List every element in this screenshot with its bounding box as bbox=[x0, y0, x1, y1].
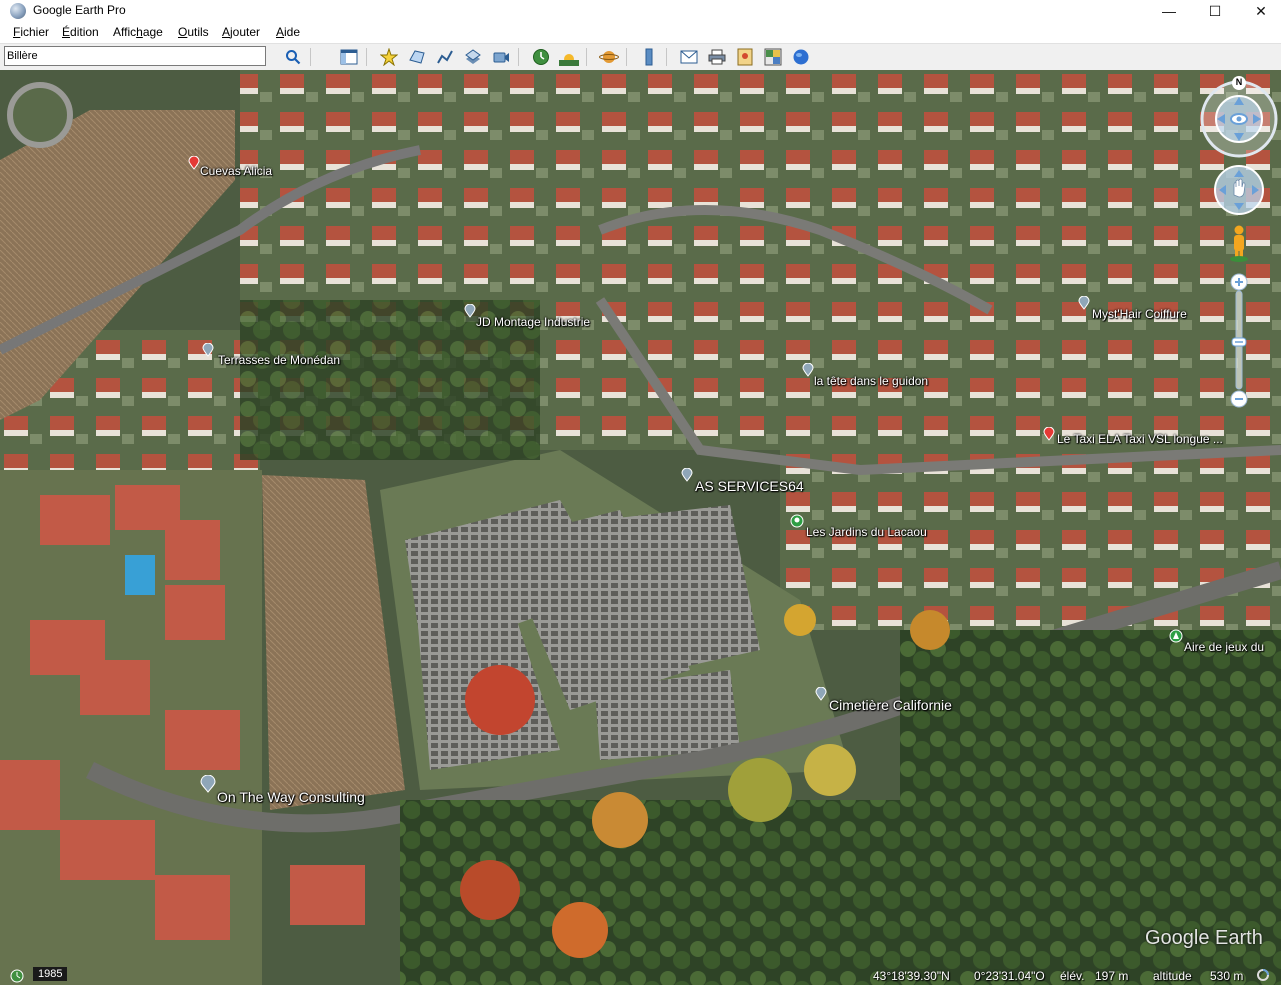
overlay-icon[interactable] bbox=[462, 46, 484, 67]
print-icon[interactable] bbox=[706, 46, 728, 67]
place-as-services64[interactable]: AS SERVICES64 bbox=[681, 456, 804, 494]
place-pin-icon bbox=[815, 687, 827, 701]
navigation-controls: N bbox=[1198, 75, 1280, 420]
minimize-button[interactable]: — bbox=[1146, 0, 1192, 22]
save-image-icon[interactable] bbox=[734, 46, 756, 67]
status-bar: 1985 43°18'39.30"N 0°23'31.04"O élév. 19… bbox=[0, 967, 1281, 985]
ruler-icon[interactable] bbox=[638, 46, 660, 67]
place-le-taxi-ela[interactable]: Le Taxi ELA Taxi VSL longue ... bbox=[1043, 422, 1223, 446]
sun-icon[interactable] bbox=[558, 46, 580, 67]
globe-icon[interactable] bbox=[790, 46, 812, 67]
elevation-readout: 197 m bbox=[1095, 969, 1129, 983]
place-label: Terrasses de Monédan bbox=[218, 353, 341, 367]
menu-aide[interactable]: Aide bbox=[276, 25, 300, 39]
menu-bar: Fichier Édition Affichage Outils Ajouter… bbox=[0, 22, 1281, 43]
menu-edition[interactable]: Édition bbox=[62, 25, 99, 39]
place-label: Les Jardins du Lacaou bbox=[806, 525, 927, 539]
place-pin-icon bbox=[202, 343, 214, 357]
place-les-jardins-du-lacaou[interactable]: Les Jardins du Lacaou bbox=[790, 503, 927, 539]
place-label: Cuevas Alicia bbox=[200, 164, 273, 178]
red-pin-icon bbox=[1043, 427, 1055, 441]
polygon-icon[interactable] bbox=[406, 46, 428, 67]
place-terrasses-de-monedan[interactable]: Terrasses de Monédan bbox=[202, 333, 340, 367]
altitude-readout: 530 m bbox=[1210, 969, 1244, 983]
search-icon[interactable] bbox=[282, 46, 304, 67]
place-pin-icon bbox=[464, 304, 476, 318]
altitude-label: altitude bbox=[1153, 969, 1192, 983]
latitude-readout: 43°18'39.30"N bbox=[873, 969, 950, 983]
pegman-icon[interactable] bbox=[1230, 225, 1248, 263]
place-pin-icon bbox=[200, 775, 216, 793]
tour-icon[interactable] bbox=[490, 46, 512, 67]
menu-affichage[interactable]: Affichage bbox=[113, 25, 163, 39]
toolbar-separator bbox=[518, 48, 519, 66]
compass-north-label: N bbox=[1235, 77, 1243, 87]
toolbar-separator bbox=[626, 48, 627, 66]
park-pin-icon bbox=[790, 514, 804, 528]
place-cimetiere-californie[interactable]: Cimetière Californie bbox=[815, 675, 952, 713]
place-pin-icon bbox=[802, 363, 814, 377]
place-label: JD Montage Industrie bbox=[476, 315, 591, 329]
aerial-imagery bbox=[0, 70, 1281, 985]
map-view[interactable]: Cuevas Alicia JD Montage Industrie Terra… bbox=[0, 70, 1281, 985]
toolbar-separator bbox=[586, 48, 587, 66]
google-earth-icon bbox=[10, 3, 26, 19]
email-icon[interactable] bbox=[678, 46, 700, 67]
longitude-readout: 0°23'31.04"O bbox=[974, 969, 1045, 983]
zoom-slider[interactable] bbox=[1230, 273, 1248, 408]
place-la-tete-dans-le-guidon[interactable]: la tête dans le guidon bbox=[802, 352, 928, 388]
place-label: la tête dans le guidon bbox=[814, 374, 929, 388]
maps-icon[interactable] bbox=[762, 46, 784, 67]
maximize-button[interactable]: ☐ bbox=[1192, 0, 1238, 22]
sidebar-icon[interactable] bbox=[338, 46, 360, 67]
window-title: Google Earth Pro bbox=[33, 3, 126, 17]
place-label: Aire de jeux du bbox=[1184, 640, 1265, 654]
place-pin-icon bbox=[681, 468, 693, 482]
toolbar-separator bbox=[666, 48, 667, 66]
menu-outils[interactable]: Outils bbox=[178, 25, 209, 39]
park-pin-icon bbox=[1169, 629, 1183, 643]
menu-ajouter[interactable]: Ajouter bbox=[222, 25, 260, 39]
place-pin-icon bbox=[1078, 296, 1090, 310]
place-cuevas-alicia[interactable]: Cuevas Alicia bbox=[188, 148, 272, 178]
place-aire-de-jeux[interactable]: Aire de jeux du bbox=[1169, 618, 1264, 654]
search-input[interactable]: Billère bbox=[4, 46, 266, 66]
elevation-label: élév. bbox=[1060, 969, 1085, 983]
place-jd-montage-industrie[interactable]: JD Montage Industrie bbox=[464, 293, 590, 329]
move-joystick[interactable] bbox=[1214, 165, 1264, 215]
place-label: Le Taxi ELA Taxi VSL longue ... bbox=[1057, 432, 1223, 446]
streaming-progress-icon bbox=[1257, 969, 1269, 981]
place-label: Cimetière Californie bbox=[829, 697, 952, 713]
google-earth-watermark: Google Earth bbox=[1145, 927, 1263, 949]
place-myst-hair-coiffure[interactable]: Myst'Hair Coiffure bbox=[1078, 285, 1187, 321]
look-joystick[interactable] bbox=[1200, 80, 1278, 158]
red-pin-icon bbox=[188, 156, 200, 170]
historical-imagery-icon[interactable] bbox=[10, 969, 24, 983]
title-bar: Google Earth Pro — ☐ ✕ bbox=[0, 0, 1281, 22]
place-on-the-way-consulting[interactable]: On The Way Consulting bbox=[200, 763, 365, 805]
toolbar: Billère bbox=[0, 43, 1281, 70]
toolbar-separator bbox=[310, 48, 311, 66]
place-label: On The Way Consulting bbox=[217, 789, 365, 805]
placemark-icon[interactable] bbox=[378, 46, 400, 67]
historical-imagery-icon[interactable] bbox=[530, 46, 552, 67]
close-button[interactable]: ✕ bbox=[1238, 0, 1281, 22]
place-label: Myst'Hair Coiffure bbox=[1092, 307, 1187, 321]
planets-icon[interactable] bbox=[598, 46, 620, 67]
imagery-year: 1985 bbox=[33, 967, 68, 981]
place-label: AS SERVICES64 bbox=[695, 478, 804, 494]
toolbar-separator bbox=[366, 48, 367, 66]
path-icon[interactable] bbox=[434, 46, 456, 67]
menu-fichier[interactable]: Fichier bbox=[13, 25, 49, 39]
